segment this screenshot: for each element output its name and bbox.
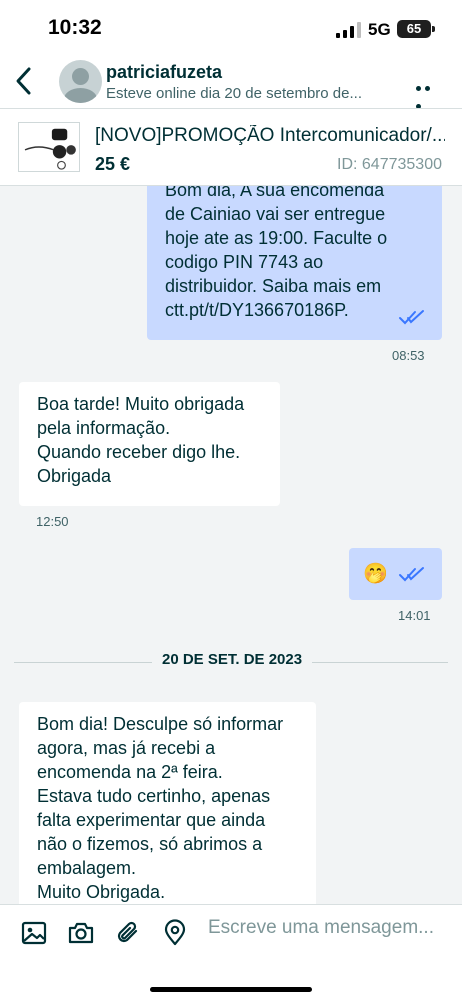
message-line: de Cainiao vai ser entregue [165,204,386,224]
message-line: embalagem. [37,858,137,878]
message-line: Bom dia! Desculpe só informar [37,714,284,734]
read-receipt-icon [399,567,424,582]
message-line: ctt.pt/t/DY136670186P. [165,300,349,320]
message-time: 12:50 [36,514,69,529]
product-price: 25 € [95,154,131,174]
message-composer [0,904,462,999]
contact-name[interactable]: patriciafuzeta [106,62,222,83]
battery-icon: 65 [397,20,435,38]
message-input[interactable] [208,917,448,939]
chat-header: patriciafuzeta Esteve online dia 20 de s… [0,56,462,109]
message-line: agora, mas já recebi a [37,738,216,758]
message-line: encomenda na 2ª feira. [37,762,223,782]
message-line: Quando receber digo lhe. [37,442,241,462]
message-line: Bom dia, A sua encomenda [165,186,385,200]
date-separator: 20 DE SET. DE 2023 [152,651,313,668]
message-line: pela informação. [37,418,171,438]
paperclip-icon[interactable] [114,919,142,947]
product-id: ID: 647735300 [337,156,442,173]
message-line: Boa tarde! Muito obrigada [37,394,245,414]
message-list[interactable]: Bom dia, A sua encomenda de Cainiao vai … [0,186,462,904]
message-time: 08:53 [392,348,425,363]
read-receipt-icon [399,310,424,325]
message-line: hoje ate as 19:00. Faculte o [165,228,388,248]
avatar[interactable] [59,60,102,103]
message-bubble-incoming: Bom dia! Desculpe só informar agora, mas… [19,702,316,904]
image-icon[interactable] [20,919,48,947]
signal-icon [336,22,361,38]
message-time: 14:01 [398,608,431,623]
status-time: 10:32 [48,16,102,39]
message-line: não o fizemos, só abrimos a [37,834,263,854]
message-bubble-outgoing: 🤭 [349,548,442,600]
chevron-left-icon[interactable] [14,66,34,96]
product-title: [NOVO]PROMOÇÃO Intercomunicador/... [95,125,445,146]
message-line: falta experimentar que ainda [37,810,266,830]
message-bubble-incoming: Boa tarde! Muito obrigada pela informaçã… [19,382,280,506]
status-bar: 10:32 5G 65 [0,0,462,56]
contact-status: Esteve online dia 20 de setembro de... [106,85,362,102]
location-pin-icon[interactable] [161,919,189,947]
more-horizontal-icon[interactable] [416,78,442,109]
product-thumbnail [18,122,80,172]
message-line: codigo PIN 7743 ao [165,252,324,272]
home-indicator [150,987,312,992]
message-line: Muito Obrigada. [37,882,166,902]
message-line: Obrigada [37,466,112,486]
message-bubble-outgoing: Bom dia, A sua encomenda de Cainiao vai … [147,186,442,340]
message-line: distribuidor. Saiba mais em [165,276,382,296]
message-line: Estava tudo certinho, apenas [37,786,271,806]
product-card[interactable]: [NOVO]PROMOÇÃO Intercomunicador/... 25 €… [0,108,462,186]
network-label: 5G [368,20,391,39]
camera-icon[interactable] [67,919,95,947]
